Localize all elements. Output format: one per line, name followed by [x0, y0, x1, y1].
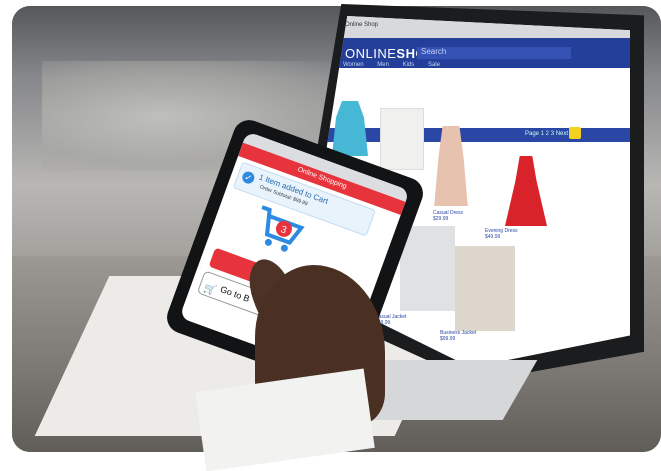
shop-search-input[interactable]: Search	[417, 47, 571, 59]
product-image-evening-dress[interactable]	[505, 156, 547, 226]
product-image-tshirt[interactable]	[380, 108, 424, 170]
product-price: $49.99	[485, 234, 501, 240]
go-to-button-label: Go to B	[218, 284, 252, 304]
cart-mini-icon: 🛒	[202, 282, 218, 298]
product-image-casual-jacket[interactable]	[400, 226, 455, 311]
product-image-business-jacket[interactable]	[455, 246, 515, 331]
product-price: $29.99	[433, 216, 449, 222]
nav-men[interactable]: Men	[377, 62, 389, 68]
check-icon: ✓	[240, 169, 257, 186]
shop-nav: Women Men Kids Sale	[343, 62, 452, 68]
nav-kids[interactable]: Kids	[403, 62, 415, 68]
search-button[interactable]	[569, 127, 581, 139]
nav-women[interactable]: Women	[343, 62, 364, 68]
product-image-top[interactable]	[332, 101, 368, 156]
nav-sale[interactable]: Sale	[428, 62, 440, 68]
product-price: $99.99	[440, 336, 456, 342]
browser-tab[interactable]: Online Shop	[345, 22, 378, 28]
pager[interactable]: Page 1 2 3 Next	[525, 131, 568, 137]
